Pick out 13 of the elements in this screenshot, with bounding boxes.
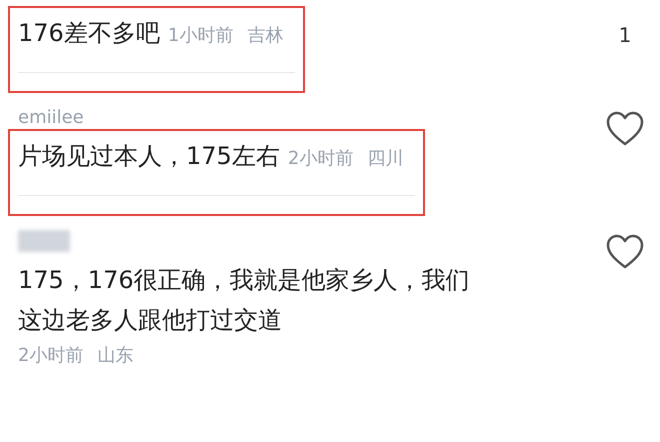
timestamp: 2小时前	[288, 147, 354, 171]
username[interactable]: emiilee	[18, 107, 84, 129]
heart-icon[interactable]	[605, 111, 645, 147]
comment-text: 175，176很正确，我就是他家乡人，我们这边老多人跟他打过交道	[18, 265, 470, 336]
comment-text: 176差不多吧	[18, 18, 160, 49]
heart-icon[interactable]	[605, 234, 645, 270]
location: 吉林	[247, 24, 284, 48]
timestamp: 2小时前	[18, 344, 84, 368]
location: 四川	[367, 147, 404, 171]
timestamp: 1小时前	[168, 24, 234, 48]
location: 山东	[97, 344, 134, 368]
like-count: 1	[618, 22, 632, 49]
comment-text: 片场见过本人，175左右	[18, 141, 280, 172]
